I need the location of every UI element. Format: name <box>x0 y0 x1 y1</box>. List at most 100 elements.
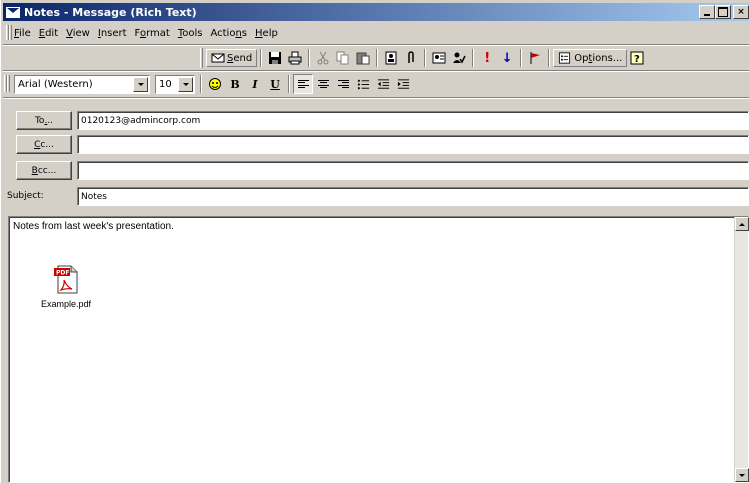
align-center-button[interactable] <box>313 74 333 94</box>
send-icon <box>211 53 225 63</box>
align-right-button[interactable] <box>333 74 353 94</box>
toolbar-separator <box>376 49 379 67</box>
toolbar-grip[interactable] <box>200 48 203 68</box>
underline-button[interactable]: U <box>265 74 285 94</box>
bcc-field[interactable] <box>77 161 749 180</box>
toolbar-separator <box>520 49 523 67</box>
window-frame <box>0 0 3 483</box>
italic-button[interactable]: I <box>245 74 265 94</box>
align-left-button[interactable] <box>293 74 313 94</box>
menu-separator <box>3 44 749 46</box>
address-header: To... 0120123@admincorp.com Cc... Bcc...… <box>0 100 749 214</box>
message-body[interactable]: Notes from last week's presentation. PDF… <box>8 216 749 483</box>
flag-icon <box>530 52 541 64</box>
importance-low-button[interactable]: ↓ <box>497 48 517 68</box>
floppy-icon <box>269 52 282 64</box>
title-bar[interactable]: Notes - Message (Rich Text) × <box>3 3 749 21</box>
format-separator-line <box>3 97 749 99</box>
menu-grip-2[interactable] <box>9 25 12 40</box>
menu-format[interactable]: Format <box>131 28 174 39</box>
to-button-text: .. <box>47 115 54 126</box>
menu-view-text: iew <box>72 27 90 39</box>
menu-insert[interactable]: Insert <box>94 28 131 39</box>
standard-toolbar: Send ! ↓ Options... ? <box>200 47 647 69</box>
to-field[interactable]: 0120123@admincorp.com <box>77 111 749 130</box>
align-right-icon <box>337 79 349 89</box>
menu-file[interactable]: File <box>10 28 35 39</box>
clipboard-icon <box>356 52 370 65</box>
font-value: Arial (Western) <box>18 78 93 90</box>
minimize-button[interactable] <box>699 5 715 19</box>
menu-actions-text: s <box>241 27 248 39</box>
subject-row: Subject: Notes <box>0 187 749 207</box>
body-text[interactable]: Notes from last week's presentation. <box>13 221 174 232</box>
subject-field[interactable]: Notes <box>77 187 749 206</box>
scroll-down-arrow-icon[interactable] <box>735 468 749 482</box>
subject-label-pre: Sub <box>7 191 25 201</box>
menu-bar: File Edit View Insert Format Tools Actio… <box>6 24 749 42</box>
bcc-button-text: cc... <box>37 165 57 176</box>
attachment-item[interactable]: PDF Example.pdf <box>31 263 101 309</box>
menu-actions[interactable]: Actions <box>206 28 251 39</box>
bcc-button[interactable]: Bcc... <box>16 161 72 180</box>
toolbar-separator <box>308 49 311 67</box>
toolbar-separator <box>260 49 263 67</box>
menu-file-text: ile <box>19 27 31 39</box>
font-color-button[interactable] <box>205 74 225 94</box>
cc-button-text: c... <box>40 139 54 150</box>
help-button[interactable]: ? <box>627 48 647 68</box>
scissors-icon <box>317 51 329 65</box>
pdf-badge: PDF <box>56 270 69 277</box>
insert-file-button[interactable] <box>401 48 421 68</box>
copy-icon <box>336 51 349 65</box>
paperclip-icon <box>408 51 414 63</box>
options-label: Options... <box>574 53 622 64</box>
down-arrow-icon: ↓ <box>501 50 513 66</box>
scroll-up-arrow-icon[interactable] <box>735 217 749 231</box>
flag-sender-button[interactable] <box>449 48 469 68</box>
chevron-down-icon[interactable] <box>178 76 193 92</box>
menu-help-text: elp <box>262 27 278 39</box>
flag-button[interactable] <box>525 48 545 68</box>
indent-icon <box>397 78 409 89</box>
menu-tools[interactable]: Tools <box>174 28 207 39</box>
send-button[interactable]: Send <box>206 49 258 67</box>
cc-field[interactable] <box>77 135 749 154</box>
menu-help[interactable]: Help <box>251 28 282 39</box>
importance-high-button[interactable]: ! <box>477 48 497 68</box>
subject-label-text: ect: <box>26 191 44 201</box>
maximize-button[interactable] <box>715 5 731 19</box>
menu-tools-text: ools <box>182 27 203 39</box>
paste-button[interactable] <box>353 48 373 68</box>
vertical-scrollbar[interactable] <box>734 217 749 482</box>
people-check-icon <box>453 52 466 64</box>
cut-button[interactable] <box>313 48 333 68</box>
size-select[interactable]: 10 <box>155 74 195 94</box>
options-text: ions... <box>592 52 623 64</box>
formatting-toolbar: Arial (Western) 10 B I U <box>4 72 413 96</box>
options-icon <box>559 52 571 64</box>
close-button[interactable]: × <box>733 5 749 19</box>
to-button[interactable]: To... <box>16 111 72 130</box>
align-center-icon <box>317 79 329 89</box>
chevron-down-icon[interactable] <box>133 76 148 92</box>
print-button[interactable] <box>285 48 305 68</box>
options-button[interactable]: Options... <box>553 49 628 67</box>
subject-label: Subject: <box>7 191 44 201</box>
address-book-button[interactable] <box>381 48 401 68</box>
envelope-icon <box>6 6 20 18</box>
attachment-filename: Example.pdf <box>40 299 92 309</box>
copy-button[interactable] <box>333 48 353 68</box>
menu-help-mnemonic: H <box>255 27 263 39</box>
bold-button[interactable]: B <box>225 74 245 94</box>
increase-indent-button[interactable] <box>393 74 413 94</box>
menu-view[interactable]: View <box>62 28 94 39</box>
font-select[interactable]: Arial (Western) <box>14 74 150 94</box>
format-grip-2[interactable] <box>7 75 10 92</box>
check-names-button[interactable] <box>429 48 449 68</box>
save-button[interactable] <box>265 48 285 68</box>
decrease-indent-button[interactable] <box>373 74 393 94</box>
menu-edit[interactable]: Edit <box>35 28 62 39</box>
cc-button[interactable]: Cc... <box>16 135 72 154</box>
bullets-button[interactable] <box>353 74 373 94</box>
